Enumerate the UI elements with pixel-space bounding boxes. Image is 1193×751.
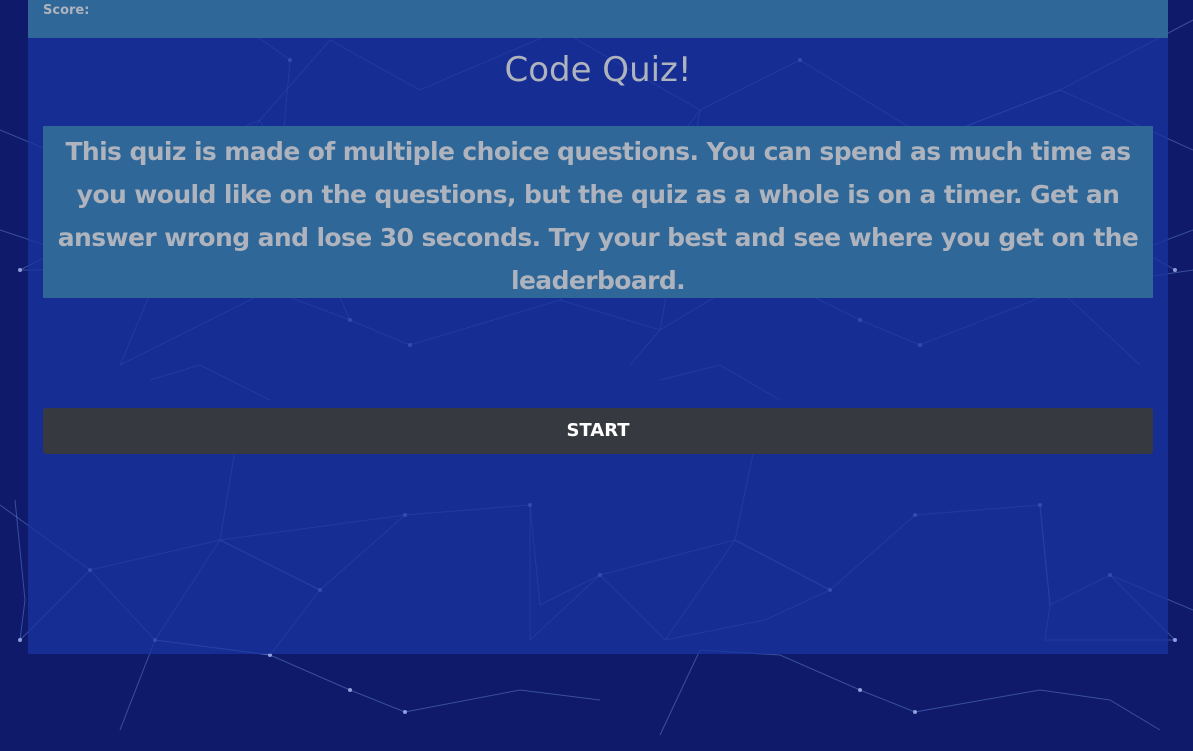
score-label: Score: bbox=[43, 3, 90, 18]
start-button[interactable]: START bbox=[43, 408, 1153, 454]
quiz-panel bbox=[28, 0, 1168, 654]
page-title: Code Quiz! bbox=[504, 50, 692, 90]
quiz-description: This quiz is made of multiple choice que… bbox=[43, 126, 1153, 298]
score-bar: Score: bbox=[28, 0, 1168, 38]
